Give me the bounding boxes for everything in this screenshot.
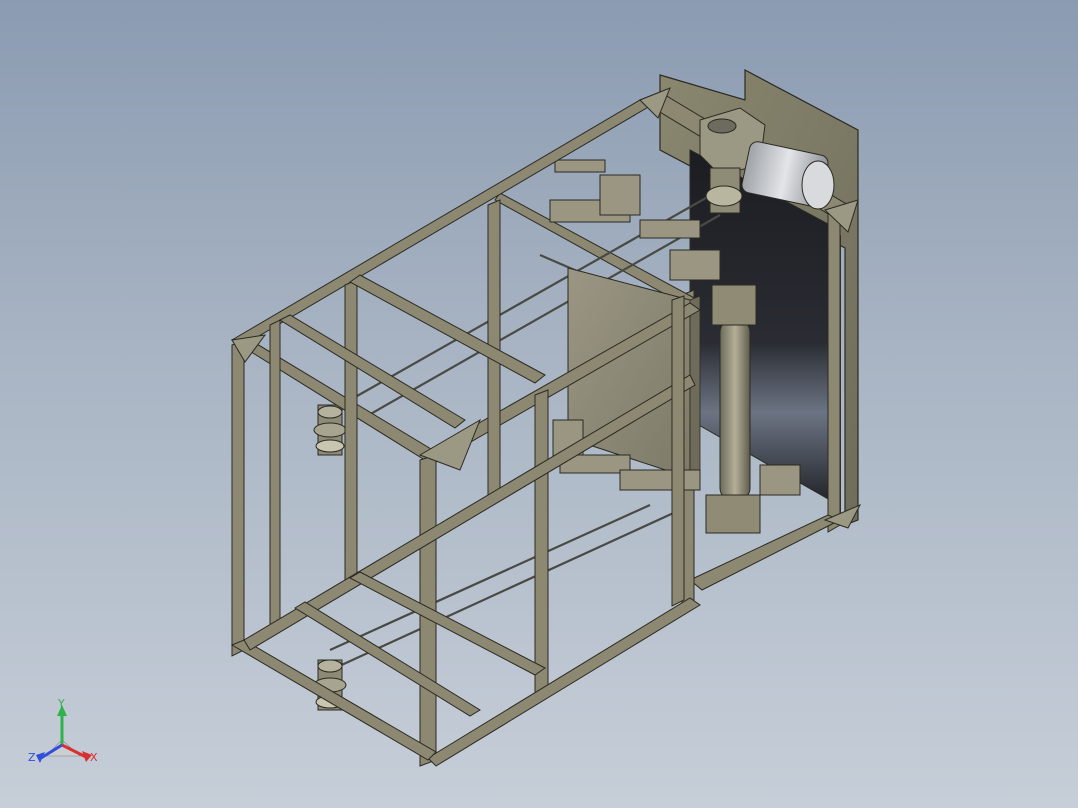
triad-x-label: X — [90, 751, 98, 764]
cad-viewport[interactable]: Y X Z — [0, 0, 1078, 808]
pulley-upper — [313, 404, 347, 456]
assembly-model[interactable] — [0, 0, 1078, 808]
triad-y-label: Y — [58, 697, 65, 710]
coordinate-triad — [36, 705, 92, 763]
triad-z-label: Z — [28, 751, 36, 764]
